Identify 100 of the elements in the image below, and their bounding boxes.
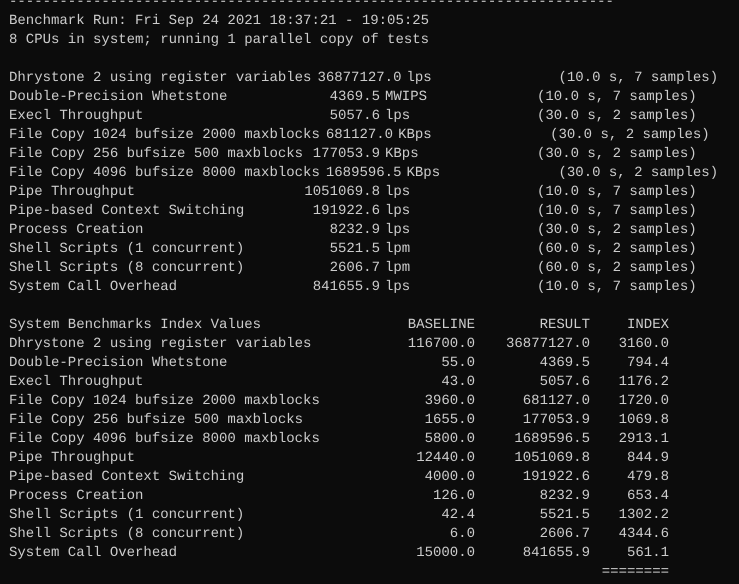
unit-label: lpm xyxy=(385,259,412,278)
sample-info: (30.0 s, 2 samples) xyxy=(537,107,697,126)
index-value: 561.1 xyxy=(626,544,669,563)
test-name: File Copy 1024 bufsize 2000 maxblocks xyxy=(9,392,320,411)
baseline-value: 4000.0 xyxy=(424,468,475,487)
unit-label: MWIPS xyxy=(385,88,428,107)
result-value: 4369.5 xyxy=(330,88,380,107)
result-value: 2606.7 xyxy=(330,259,380,278)
index-value: 844.9 xyxy=(626,449,669,468)
baseline-value: 1655.0 xyxy=(424,411,475,430)
test-name: Execl Throughput xyxy=(9,107,144,126)
unit-label: lps xyxy=(385,221,412,240)
test-name: Double-Precision Whetstone xyxy=(9,354,228,373)
unit-label: lps xyxy=(385,202,412,221)
result-value: 5057.6 xyxy=(538,373,590,392)
test-name: Pipe Throughput xyxy=(9,449,136,468)
unit-label: lps xyxy=(385,183,412,202)
test-name: File Copy 4096 bufsize 8000 maxblocks xyxy=(9,164,320,183)
result-value: 2606.7 xyxy=(538,525,590,544)
test-name: Shell Scripts (8 concurrent) xyxy=(9,525,244,544)
unit-label: lps xyxy=(385,107,412,126)
test-name: Shell Scripts (1 concurrent) xyxy=(9,506,244,525)
baseline-value: 15000.0 xyxy=(416,544,475,563)
column-header: RESULT xyxy=(538,316,590,335)
test-name: Dhrystone 2 using register variables xyxy=(9,335,312,354)
index-value: 1302.2 xyxy=(618,506,669,525)
index-value: 2913.1 xyxy=(618,430,669,449)
baseline-value: 116700.0 xyxy=(408,335,475,354)
baseline-value: 6.0 xyxy=(450,525,475,544)
result-value: 681127.0 xyxy=(522,392,590,411)
result-value: 191922.6 xyxy=(312,202,380,221)
test-name: System Call Overhead xyxy=(9,278,178,297)
result-value: 681127.0 xyxy=(326,126,394,145)
test-name: File Copy 256 bufsize 500 maxblocks xyxy=(9,411,304,430)
test-name: File Copy 4096 bufsize 8000 maxblocks xyxy=(9,430,320,449)
index-value: 1069.8 xyxy=(618,411,669,430)
result-value: 1689596.5 xyxy=(326,164,402,183)
unit-label: KBps xyxy=(385,145,420,164)
test-name: Shell Scripts (8 concurrent) xyxy=(9,259,244,278)
index-value: 794.4 xyxy=(626,354,669,373)
sample-info: (10.0 s, 7 samples) xyxy=(558,69,718,88)
cpu-info: 8 CPUs in system; running 1 parallel copy of tests xyxy=(9,32,430,48)
unit-label: lps xyxy=(406,69,433,88)
index-value: 1176.2 xyxy=(618,373,669,392)
result-value: 4369.5 xyxy=(538,354,590,373)
sample-info: (30.0 s, 2 samples) xyxy=(537,221,697,240)
test-name: Dhrystone 2 using register variables xyxy=(9,69,312,88)
result-value: 841655.9 xyxy=(522,544,590,563)
test-name: Execl Throughput xyxy=(9,373,144,392)
divider-line: ------------------------------------------------------------------------ xyxy=(9,0,614,10)
result-value: 841655.9 xyxy=(312,278,380,297)
test-name: Shell Scripts (1 concurrent) xyxy=(9,240,244,259)
total-divider: ======== xyxy=(602,564,669,580)
result-value: 36877127.0 xyxy=(504,335,590,354)
result-value: 177053.9 xyxy=(522,411,590,430)
sample-info: (30.0 s, 2 samples) xyxy=(537,145,697,164)
test-name: Pipe-based Context Switching xyxy=(9,202,244,221)
result-value: 1051069.8 xyxy=(513,449,590,468)
sample-info: (30.0 s, 2 samples) xyxy=(550,126,710,145)
result-value: 36877127.0 xyxy=(317,69,402,88)
result-value: 1689596.5 xyxy=(513,430,590,449)
index-value: 1720.0 xyxy=(618,392,669,411)
index-value: 3160.0 xyxy=(618,335,669,354)
test-name: Pipe Throughput xyxy=(9,183,136,202)
baseline-value: 126.0 xyxy=(432,487,475,506)
sample-info: (10.0 s, 7 samples) xyxy=(537,202,697,221)
sample-info: (60.0 s, 2 samples) xyxy=(537,240,697,259)
sample-info: (30.0 s, 2 samples) xyxy=(558,164,718,183)
column-header: BASELINE xyxy=(408,316,475,335)
index-value: 4344.6 xyxy=(618,525,669,544)
result-value: 177053.9 xyxy=(312,145,380,164)
result-value: 191922.6 xyxy=(522,468,590,487)
result-value: 8232.9 xyxy=(330,221,380,240)
unit-label: KBps xyxy=(398,126,433,145)
test-name: File Copy 1024 bufsize 2000 maxblocks xyxy=(9,126,320,145)
result-value: 5057.6 xyxy=(330,107,380,126)
result-value: 5521.5 xyxy=(330,240,380,259)
column-header: INDEX xyxy=(626,316,669,335)
test-name: File Copy 256 bufsize 500 maxblocks xyxy=(9,145,304,164)
result-value: 5521.5 xyxy=(538,506,590,525)
index-value: 479.8 xyxy=(626,468,669,487)
baseline-value: 55.0 xyxy=(441,354,475,373)
unit-label: KBps xyxy=(406,164,442,183)
index-value: 653.4 xyxy=(626,487,669,506)
baseline-value: 12440.0 xyxy=(416,449,475,468)
sample-info: (10.0 s, 7 samples) xyxy=(537,278,697,297)
test-name: Double-Precision Whetstone xyxy=(9,88,228,107)
result-value: 1051069.8 xyxy=(304,183,380,202)
baseline-value: 42.4 xyxy=(441,506,475,525)
sample-info: (10.0 s, 7 samples) xyxy=(537,88,697,107)
section-title: System Benchmarks Index Values xyxy=(9,316,262,335)
baseline-value: 43.0 xyxy=(441,373,475,392)
unit-label: lpm xyxy=(385,240,412,259)
sample-info: (60.0 s, 2 samples) xyxy=(537,259,697,278)
test-name: Pipe-based Context Switching xyxy=(9,468,244,487)
unit-label: lps xyxy=(385,278,412,297)
baseline-value: 3960.0 xyxy=(424,392,475,411)
sample-info: (10.0 s, 7 samples) xyxy=(537,183,697,202)
test-name: Process Creation xyxy=(9,487,144,506)
test-name: Process Creation xyxy=(9,221,144,240)
